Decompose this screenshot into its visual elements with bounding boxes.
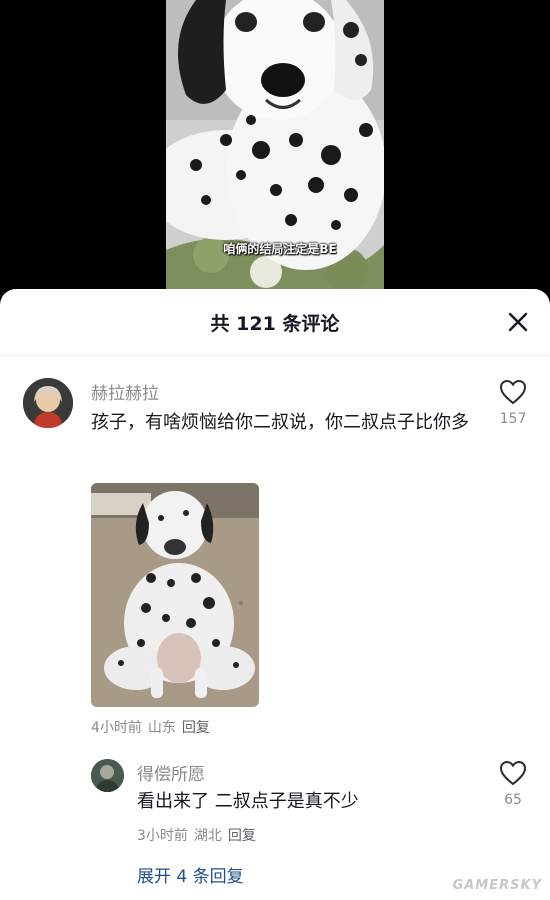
heart-icon xyxy=(499,379,527,405)
video-subtitle: 咱俩的结局注定是BE xyxy=(223,242,337,256)
avatar-image xyxy=(91,759,124,792)
reply-avatar[interactable] xyxy=(91,759,124,792)
comment-username[interactable]: 赫拉赫拉 xyxy=(91,379,159,404)
reply-text: 看出来了 二叔点子是真不少 xyxy=(137,791,359,812)
reply-location: 湖北 xyxy=(193,828,222,844)
comment-location: 山东 xyxy=(147,720,176,736)
expand-replies-button[interactable]: 展开 4 条回复 xyxy=(137,862,244,887)
comment-sheet-header: 共 121 条评论 xyxy=(0,289,550,356)
comment-text: 孩子，有啥烦恼给你二叔说，你二叔点子比你多 xyxy=(91,412,469,433)
like-button[interactable]: 157 xyxy=(493,379,533,427)
close-button[interactable] xyxy=(504,308,532,336)
close-icon xyxy=(508,312,528,332)
dalmatian-sitting-image xyxy=(91,483,259,707)
reply-meta: 3小时前 湖北 回复 xyxy=(137,825,256,845)
reply-button[interactable]: 回复 xyxy=(228,828,256,844)
reply-username[interactable]: 得偿所愿 xyxy=(137,760,205,785)
comment-meta: 4小时前 山东 回复 xyxy=(91,717,210,737)
comment-sheet: 共 121 条评论 赫拉赫拉 孩子，有啥烦恼给你二叔说，你二叔点子比你多 157 xyxy=(0,289,550,900)
like-count: 157 xyxy=(499,411,527,427)
reply-time: 3小时前 xyxy=(137,828,188,844)
watermark: GAMERSKY xyxy=(452,878,542,893)
avatar-image xyxy=(23,378,73,428)
comment-count-title: 共 121 条评论 xyxy=(210,313,340,335)
comment-attached-image[interactable] xyxy=(91,483,259,707)
reply-button[interactable]: 回复 xyxy=(182,720,210,736)
avatar[interactable] xyxy=(23,378,73,428)
heart-icon xyxy=(499,760,527,786)
reply-like-button[interactable]: 65 xyxy=(493,760,533,808)
comment-time: 4小时前 xyxy=(91,720,142,736)
video-player[interactable]: 咱俩的结局注定是BE xyxy=(0,0,550,300)
like-count: 65 xyxy=(504,792,522,808)
